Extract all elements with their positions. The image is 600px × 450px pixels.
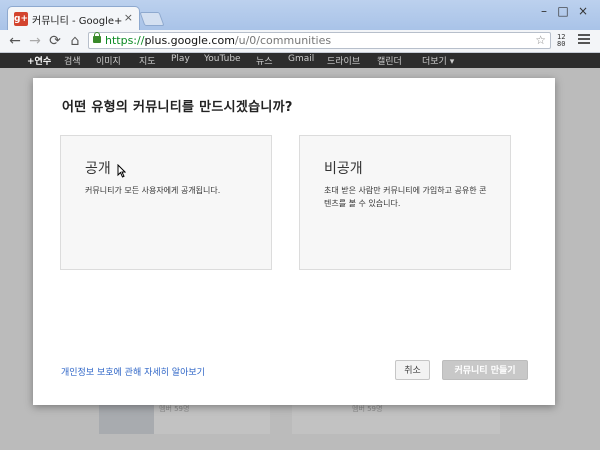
url-text: https://plus.google.com/u/0/communities: [105, 34, 332, 47]
option-title: 비공개: [324, 161, 363, 177]
gbar-item-play[interactable]: Play: [171, 54, 190, 64]
public-community-option[interactable]: 공개 커뮤니티가 모든 사용자에게 공개됩니다.: [60, 135, 272, 270]
gbar-item-profile[interactable]: +연수: [27, 54, 51, 67]
private-community-option[interactable]: 비공개 초대 받은 사람만 커뮤니티에 가입하고 공유한 콘텐츠를 볼 수 있습…: [299, 135, 511, 270]
gbar-item-maps[interactable]: 지도: [139, 54, 156, 67]
mouse-cursor-icon: [117, 164, 126, 178]
new-tab-button[interactable]: [139, 12, 165, 26]
browser-toolbar: ← → ⟳ ⌂ https://plus.google.com/u/0/comm…: [0, 30, 600, 53]
chrome-menu-icon[interactable]: [578, 34, 590, 46]
tab-title: 커뮤니티 - Google+: [32, 16, 123, 27]
gbar-item-news[interactable]: 뉴스: [256, 54, 273, 67]
gbar-item-images[interactable]: 이미지: [96, 54, 121, 67]
google-bar: +연수 검색 이미지 지도 Play YouTube 뉴스 Gmail 드라이브…: [0, 53, 600, 68]
create-community-dialog: 어떤 유형의 커뮤니티를 만드시겠습니까? 공개 커뮤니티가 모든 사용자에게 …: [33, 78, 555, 405]
gbar-item-search[interactable]: 검색: [64, 54, 81, 67]
gbar-item-more[interactable]: 더보기 ▾: [422, 54, 454, 67]
bookmark-star-icon[interactable]: ☆: [535, 33, 546, 47]
address-bar[interactable]: https://plus.google.com/u/0/communities …: [88, 32, 551, 49]
minimize-window-button[interactable]: –: [537, 4, 551, 18]
reload-icon[interactable]: ⟳: [46, 32, 64, 50]
option-description: 커뮤니티가 모든 사용자에게 공개됩니다.: [85, 186, 221, 195]
lock-icon: [93, 32, 101, 43]
privacy-info-link[interactable]: 개인정보 보호에 관해 자세히 알아보기: [61, 365, 205, 378]
gbar-item-gmail[interactable]: Gmail: [288, 54, 314, 64]
browser-titlebar: g+ 커뮤니티 - Google+ × – □ ×: [0, 0, 600, 30]
dialog-title: 어떤 유형의 커뮤니티를 만드시겠습니까?: [62, 100, 293, 115]
option-description: 초대 받은 사람만 커뮤니티에 가입하고 공유한 콘텐츠를 볼 수 있습니다.: [324, 186, 487, 208]
close-tab-icon[interactable]: ×: [124, 11, 133, 24]
gbar-item-youtube[interactable]: YouTube: [204, 54, 241, 64]
forward-arrow-icon[interactable]: →: [26, 32, 44, 50]
browser-tab[interactable]: g+ 커뮤니티 - Google+ ×: [7, 6, 140, 30]
gbar-item-drive[interactable]: 드라이브: [327, 54, 360, 67]
cancel-button[interactable]: 취소: [395, 360, 430, 380]
home-icon[interactable]: ⌂: [66, 32, 84, 50]
google-plus-favicon-icon: g+: [14, 12, 28, 26]
back-arrow-icon[interactable]: ←: [6, 32, 24, 50]
extension-icon[interactable]: 12 80: [557, 34, 565, 48]
create-community-button[interactable]: 커뮤니티 만들기: [442, 360, 528, 380]
option-title: 공개: [85, 161, 111, 177]
gbar-item-calendar[interactable]: 캘린더: [377, 54, 402, 67]
close-window-button[interactable]: ×: [576, 4, 590, 18]
maximize-window-button[interactable]: □: [556, 4, 570, 18]
